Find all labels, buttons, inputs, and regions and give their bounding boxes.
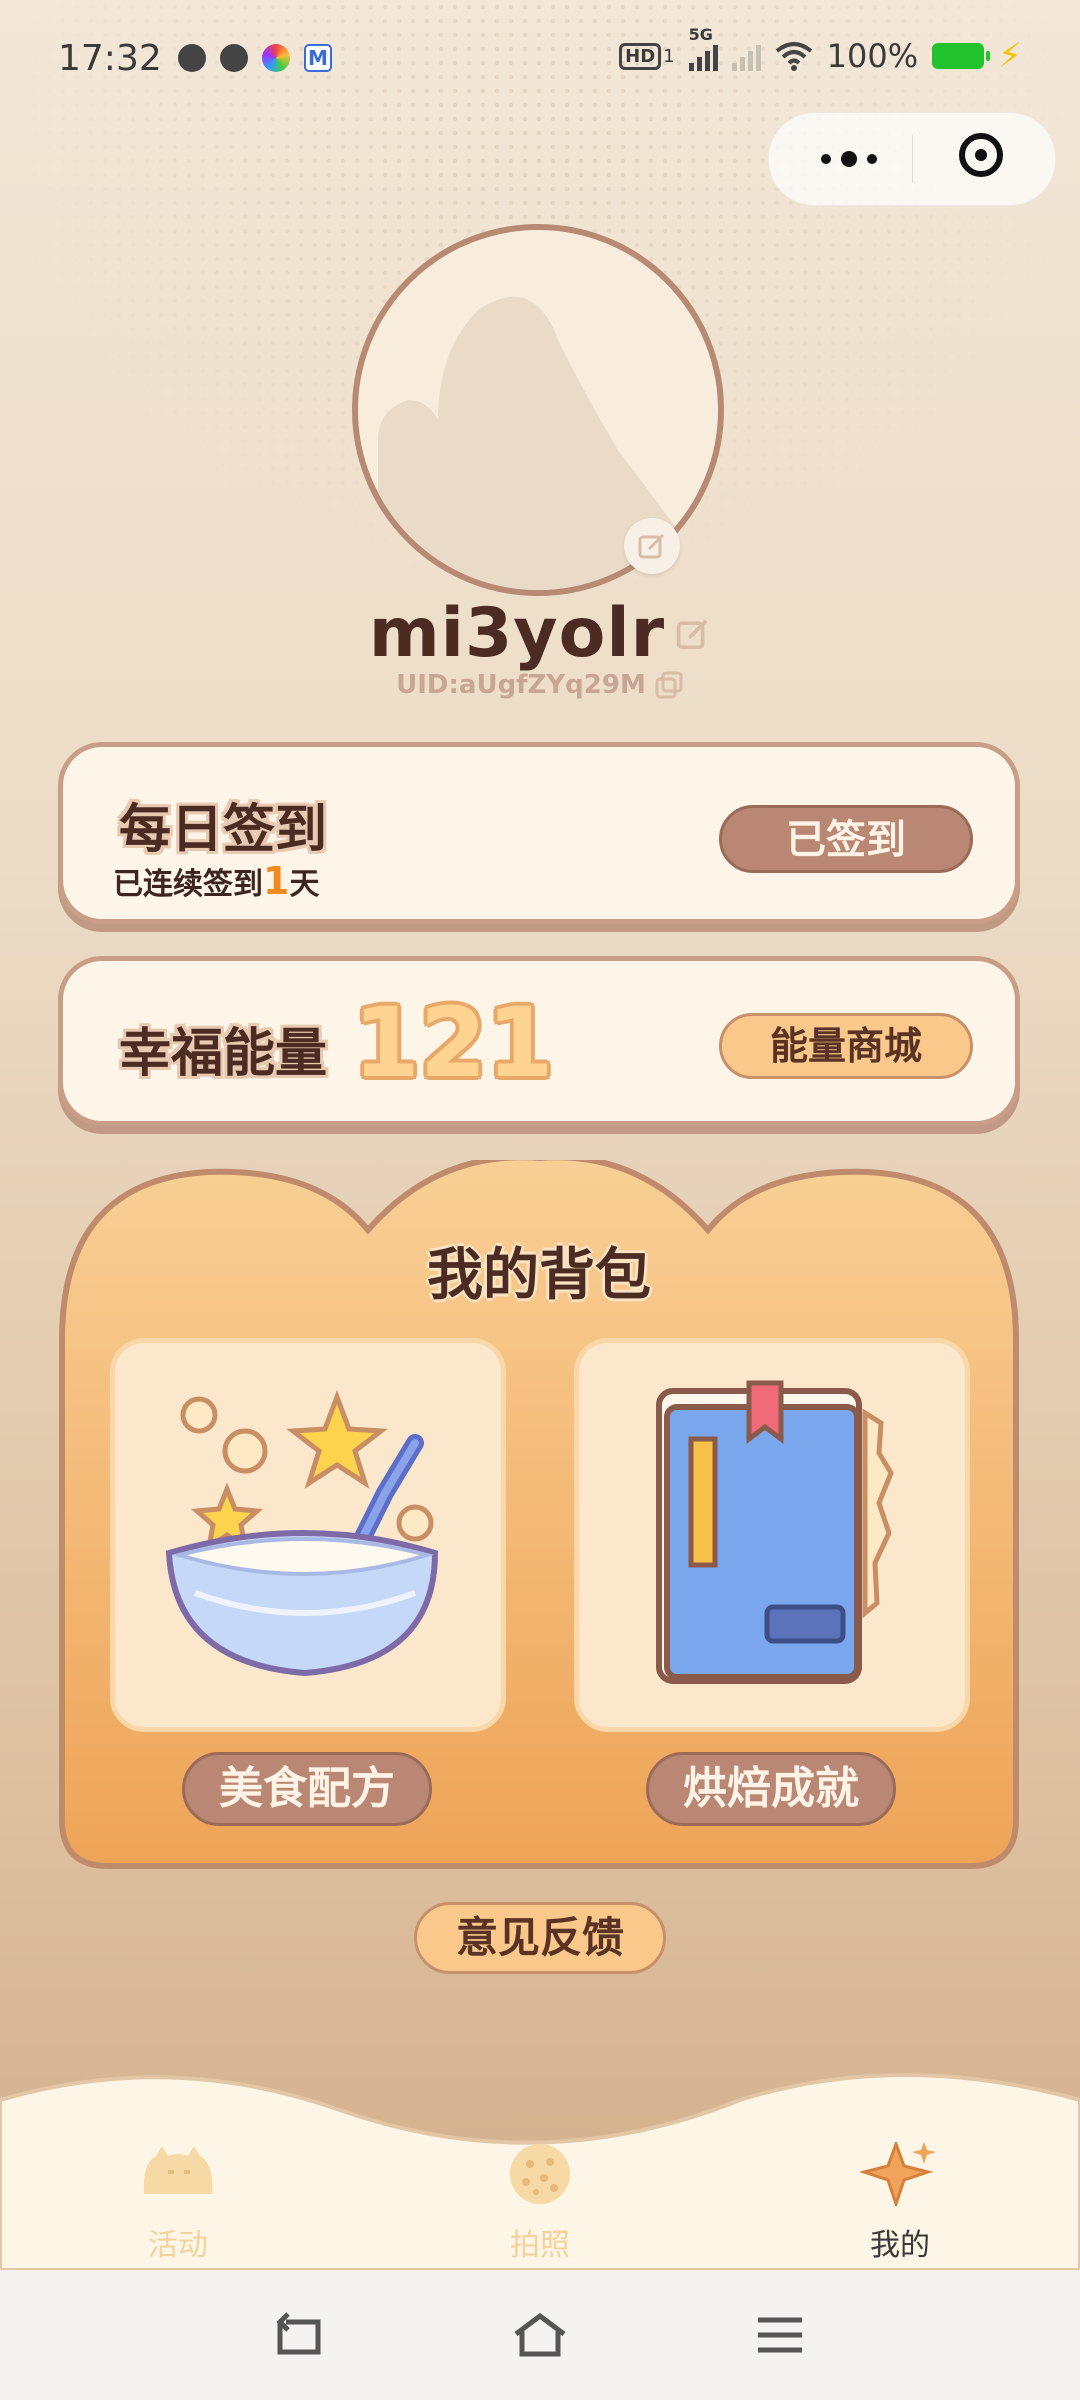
recipes-button[interactable]: 美食配方 — [182, 1752, 432, 1826]
hd-sub: 1 — [663, 45, 675, 67]
gmail-icon: M — [304, 44, 332, 72]
bottom-tab-bar: 活动 拍照 我的 — [0, 2060, 1080, 2270]
energy-title: 幸福能量 — [119, 1024, 328, 1084]
status-time: 17:32 — [58, 38, 162, 79]
daily-checkin-card: 每日签到 已连续签到1天 已签到 — [58, 742, 1020, 924]
tab-activity-label: 活动 — [148, 2228, 208, 2263]
energy-value: 121 — [353, 987, 554, 1099]
tab-mine[interactable]: 我的 — [800, 2142, 1000, 2264]
uid-row: UID:aUgfZYq29M — [0, 670, 1080, 700]
checkin-title: 每日签到 — [119, 800, 328, 860]
achievements-slot[interactable] — [574, 1338, 970, 1732]
menu-icon[interactable] — [750, 2310, 810, 2360]
avatar-edit-button[interactable] — [624, 518, 680, 574]
target-close-icon[interactable] — [959, 133, 1003, 177]
achievements-button[interactable]: 烘焙成就 — [646, 1752, 896, 1826]
user-uid: UID:aUgfZYq29M — [396, 670, 646, 700]
feedback-button[interactable]: 意见反馈 — [414, 1902, 666, 1974]
capsule-divider — [912, 135, 913, 183]
system-navigation-bar — [0, 2270, 1080, 2400]
wifi-icon — [775, 42, 812, 71]
signal-5g-icon: 5G — [688, 25, 718, 71]
globe-icon — [178, 44, 206, 72]
backpack-panel: 我的背包 美食配方 烘焙成就 — [58, 1160, 1020, 1870]
edit-pencil-icon — [638, 533, 665, 559]
miniprogram-capsule — [768, 112, 1056, 206]
tab-photo-label: 拍照 — [510, 2228, 570, 2263]
copy-icon[interactable] — [654, 670, 684, 700]
tab-photo[interactable]: 拍照 — [440, 2142, 640, 2264]
cookie-icon — [500, 2142, 580, 2206]
checkin-streak: 已连续签到1天 — [113, 859, 320, 903]
more-dots-icon[interactable] — [809, 143, 889, 175]
status-right: HD 1 5G 100% ⚡ — [619, 25, 1022, 76]
stopwatch-icon — [220, 44, 248, 72]
star-cookie-icon — [860, 2142, 940, 2206]
mixing-bowl-icon — [165, 1389, 439, 1677]
battery-percent: 100% — [826, 37, 919, 75]
hd-voice-icon: HD — [619, 42, 662, 70]
back-icon[interactable] — [270, 2310, 330, 2360]
signal-secondary-icon — [731, 41, 761, 71]
streak-days: 1 — [263, 859, 290, 903]
backpack-title: 我的背包 — [427, 1243, 651, 1308]
home-icon[interactable] — [510, 2310, 570, 2360]
recipes-slot[interactable] — [110, 1338, 506, 1732]
tab-mine-label: 我的 — [870, 2228, 930, 2263]
username-row: mi3yolr — [0, 594, 1080, 673]
checked-in-button[interactable]: 已签到 — [719, 805, 973, 873]
battery-icon — [932, 43, 991, 69]
energy-shop-button[interactable]: 能量商城 — [719, 1013, 973, 1079]
nbc-peacock-icon — [262, 44, 290, 72]
username: mi3yolr — [368, 594, 666, 673]
charging-bolt-icon: ⚡ — [998, 36, 1022, 76]
tab-activity[interactable]: 活动 — [78, 2142, 278, 2264]
status-bar: 17:32 M HD 1 5G 100% ⚡ — [0, 0, 1080, 120]
cat-bun-icon — [138, 2142, 218, 2206]
edit-name-icon[interactable] — [675, 616, 711, 652]
energy-card: 幸福能量 121 能量商城 — [58, 956, 1020, 1126]
book-icon — [656, 1380, 894, 1684]
notification-icons: M — [178, 44, 332, 72]
